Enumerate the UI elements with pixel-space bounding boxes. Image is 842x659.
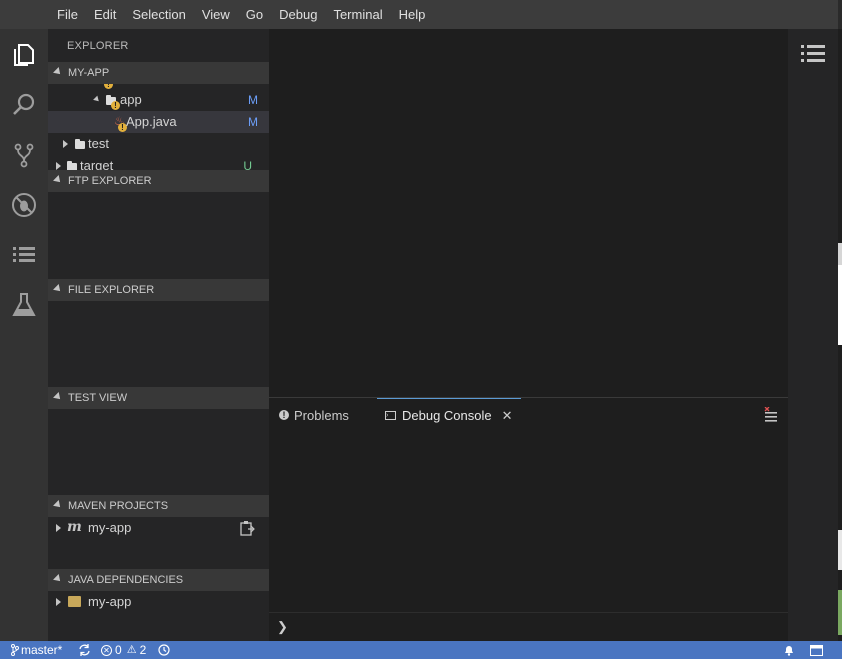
git-branch-icon	[11, 644, 19, 656]
menu-go[interactable]: Go	[238, 0, 271, 29]
git-status-badge: M	[248, 115, 258, 129]
chevron-down-icon	[53, 574, 63, 584]
sidebar: EXPLORER MY-APP ! ! app M ♨ ! App.java M…	[48, 29, 269, 641]
window-edge	[838, 0, 842, 29]
section-label: MY-APP	[68, 67, 110, 79]
section-header-maven-projects[interactable]: MAVEN PROJECTS	[48, 495, 269, 517]
right-panel	[788, 29, 838, 641]
window-edge	[838, 243, 842, 265]
tree-item-app[interactable]: ! app M	[48, 89, 269, 111]
tab-label: Problems	[294, 407, 349, 423]
activity-bar	[0, 29, 48, 641]
menu-bar: File Edit Selection View Go Debug Termin…	[0, 0, 842, 29]
tree-label: app	[120, 92, 142, 107]
search-icon[interactable]	[0, 81, 48, 129]
tree-item-maven-my-app[interactable]: m my-app	[48, 517, 269, 539]
window-edge	[838, 590, 842, 635]
editor-area[interactable]	[269, 29, 788, 397]
section-label: MAVEN PROJECTS	[68, 500, 169, 512]
warning-count: 2	[139, 643, 147, 657]
folder-icon	[75, 139, 85, 149]
section-header-file-explorer[interactable]: FILE EXPLORER	[48, 279, 269, 301]
bottom-panel: ! Problems › Debug Console ✕ ❯	[269, 397, 788, 641]
section-label: FILE EXPLORER	[68, 284, 155, 296]
folder-icon	[67, 161, 77, 170]
project-folder-icon	[68, 596, 81, 607]
tree-label: test	[88, 136, 109, 151]
menu-list: File Edit Selection View Go Debug Termin…	[49, 0, 433, 29]
menu-view[interactable]: View	[194, 0, 238, 29]
chevron-right-icon	[56, 162, 61, 170]
menu-terminal[interactable]: Terminal	[325, 0, 390, 29]
section-header-test-view[interactable]: TEST VIEW	[48, 387, 269, 409]
section-header-my-app[interactable]: MY-APP	[48, 62, 269, 84]
section-header-java-dependencies[interactable]: JAVA DEPENDENCIES	[48, 569, 269, 591]
files-icon[interactable]	[0, 31, 48, 79]
tree-item-app-java[interactable]: ♨ ! App.java M	[48, 111, 269, 133]
chevron-right-icon	[56, 524, 61, 532]
my-app-tree: ! ! app M ♨ ! App.java M test target U	[48, 84, 269, 170]
tree-label: my-app	[88, 520, 132, 535]
error-icon: ✕	[101, 644, 112, 656]
tree-label: target	[80, 158, 114, 170]
menu-edit[interactable]: Edit	[86, 0, 124, 29]
list-icon[interactable]	[0, 231, 48, 279]
window-edge	[838, 530, 842, 570]
bell-icon[interactable]	[783, 641, 795, 659]
error-count: 0	[115, 643, 122, 657]
chevron-down-icon	[53, 392, 63, 402]
console-icon: ›	[385, 411, 396, 420]
console-input[interactable]: ❯	[269, 612, 788, 642]
tree-item-java-dep-my-app[interactable]: my-app	[48, 591, 269, 613]
test-flask-icon[interactable]	[0, 281, 48, 329]
git-status-badge: U	[243, 159, 252, 170]
tree-label: my-app	[88, 594, 132, 609]
tree-label: App.java	[126, 114, 177, 129]
menu-file[interactable]: File	[49, 0, 86, 29]
section-label: JAVA DEPENDENCIES	[68, 574, 184, 586]
window-edge	[838, 265, 842, 345]
problems-indicator[interactable]: ✕ 0 ⚠ 2	[101, 641, 146, 659]
warning-badge-icon: !	[111, 101, 120, 110]
branch-indicator[interactable]: master*	[11, 641, 62, 659]
section-header-ftp-explorer[interactable]: FTP EXPLORER	[48, 170, 269, 192]
prompt-chevron: ❯	[277, 619, 288, 634]
chevron-down-icon	[53, 284, 63, 294]
clipboard-icon[interactable]	[239, 520, 255, 539]
chevron-right-icon	[63, 140, 68, 148]
warning-circle-icon: !	[279, 410, 289, 420]
source-control-icon[interactable]	[0, 131, 48, 179]
panel-toggle-icon[interactable]	[810, 641, 823, 659]
maven-icon: m	[67, 519, 82, 535]
tab-problems[interactable]: ! Problems	[279, 398, 369, 432]
branch-name: master*	[21, 643, 63, 657]
tree-item-test[interactable]: test	[48, 133, 269, 155]
chevron-down-icon	[53, 67, 63, 77]
menu-debug[interactable]: Debug	[271, 0, 325, 29]
close-icon[interactable]: ✕	[502, 408, 513, 424]
tab-label: Debug Console	[402, 408, 492, 423]
explorer-title: EXPLORER	[67, 40, 129, 52]
outline-list-icon[interactable]	[800, 43, 826, 70]
menu-help[interactable]: Help	[391, 0, 434, 29]
status-bar: master* ✕ 0 ⚠ 2	[0, 641, 842, 659]
debug-icon[interactable]	[0, 181, 48, 229]
section-label: TEST VIEW	[68, 392, 128, 404]
chevron-down-icon	[53, 500, 63, 510]
clear-console-icon[interactable]	[763, 406, 779, 428]
section-label: FTP EXPLORER	[68, 175, 152, 187]
chevron-right-icon	[56, 598, 61, 606]
clock-icon[interactable]	[158, 641, 170, 659]
menu-selection[interactable]: Selection	[124, 0, 193, 29]
tree-item-target[interactable]: target U	[48, 155, 269, 170]
chevron-down-icon	[93, 95, 101, 104]
git-status-badge: M	[248, 93, 258, 107]
chevron-down-icon	[53, 175, 63, 185]
tab-debug-console[interactable]: › Debug Console ✕	[377, 398, 521, 432]
sync-icon[interactable]	[78, 641, 91, 659]
warning-icon: ⚠	[126, 644, 137, 656]
